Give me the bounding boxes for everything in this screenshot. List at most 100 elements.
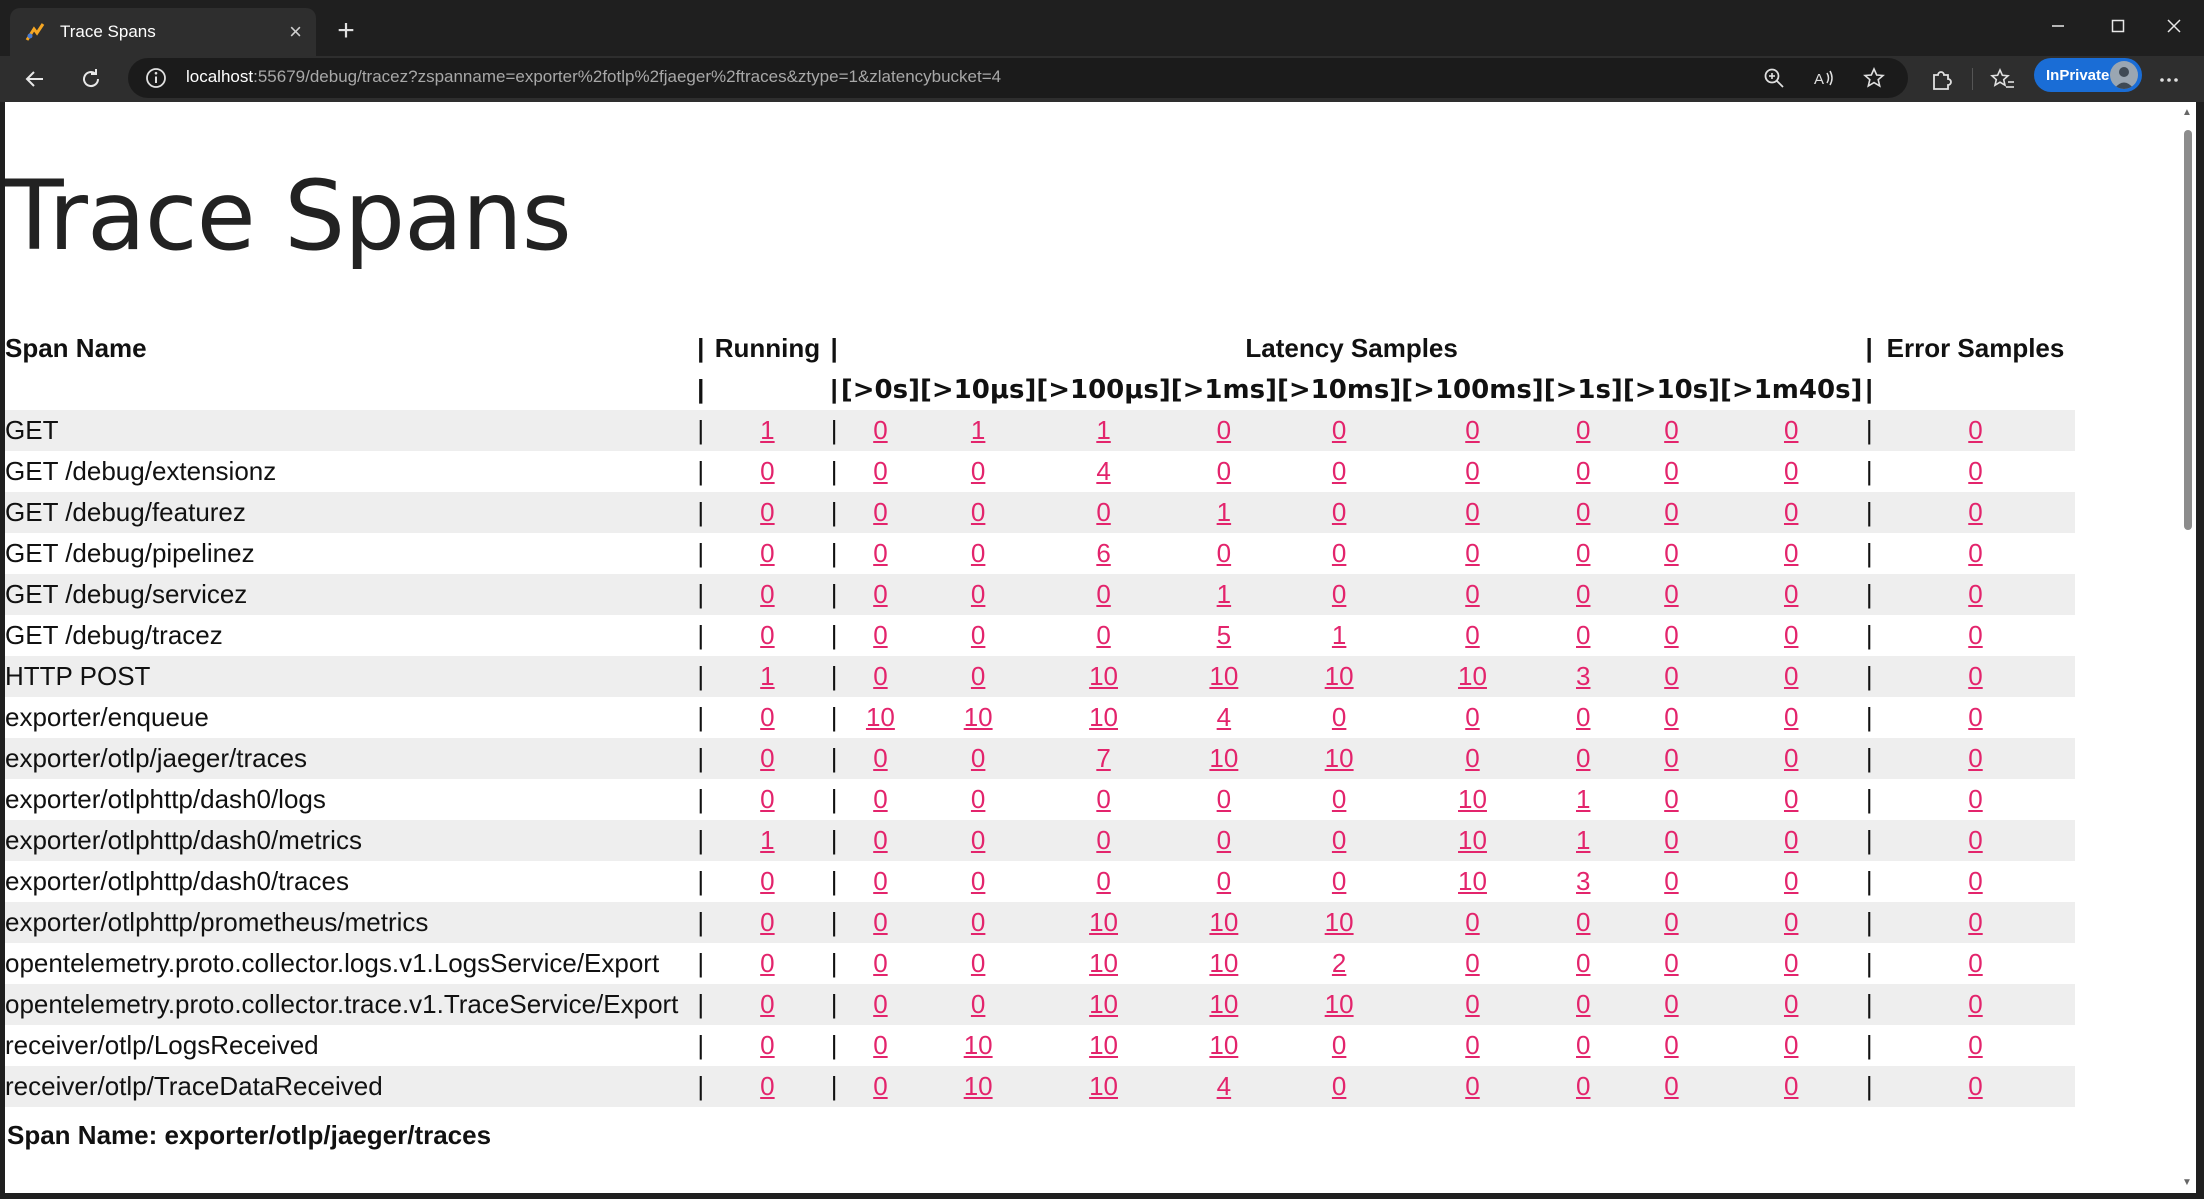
latency-count-link[interactable]: 0 [1664,497,1678,527]
latency-count-link[interactable]: 0 [1332,1071,1346,1101]
latency-count-link[interactable]: 0 [971,620,985,650]
latency-count-link[interactable]: 0 [1465,702,1479,732]
error-count-link[interactable]: 0 [1968,1030,1982,1060]
latency-count-link[interactable]: 0 [1784,661,1798,691]
latency-count-link[interactable]: 0 [1217,784,1231,814]
latency-count-link[interactable]: 0 [971,907,985,937]
latency-count-link[interactable]: 0 [1465,415,1479,445]
latency-count-link[interactable]: 0 [1784,702,1798,732]
latency-count-link[interactable]: 1 [1217,579,1231,609]
running-count-link[interactable]: 1 [760,415,774,445]
latency-count-link[interactable]: 0 [873,579,887,609]
latency-count-link[interactable]: 0 [873,415,887,445]
latency-count-link[interactable]: 0 [873,784,887,814]
running-count-link[interactable]: 0 [760,538,774,568]
latency-count-link[interactable]: 0 [1576,497,1590,527]
favorite-star-icon[interactable] [1862,66,1886,90]
latency-count-link[interactable]: 0 [1576,989,1590,1019]
error-count-link[interactable]: 0 [1968,497,1982,527]
tab-trace-spans[interactable]: Trace Spans × [10,8,316,56]
latency-count-link[interactable]: 0 [1096,825,1110,855]
latency-count-link[interactable]: 0 [1576,907,1590,937]
latency-count-link[interactable]: 10 [1325,907,1354,937]
latency-count-link[interactable]: 10 [1209,989,1238,1019]
latency-count-link[interactable]: 0 [1217,415,1231,445]
read-aloud-icon[interactable]: A [1812,66,1836,90]
latency-count-link[interactable]: 0 [1784,948,1798,978]
latency-count-link[interactable]: 0 [1465,743,1479,773]
latency-count-link[interactable]: 0 [1332,1030,1346,1060]
latency-count-link[interactable]: 0 [1664,825,1678,855]
latency-count-link[interactable]: 10 [1209,907,1238,937]
latency-count-link[interactable]: 10 [1458,825,1487,855]
latency-count-link[interactable]: 0 [1784,456,1798,486]
running-count-link[interactable]: 0 [760,866,774,896]
latency-count-link[interactable]: 10 [1458,784,1487,814]
latency-count-link[interactable]: 1 [1096,415,1110,445]
latency-count-link[interactable]: 0 [1664,456,1678,486]
error-count-link[interactable]: 0 [1968,1071,1982,1101]
error-count-link[interactable]: 0 [1968,415,1982,445]
latency-count-link[interactable]: 10 [1209,948,1238,978]
latency-count-link[interactable]: 0 [1096,579,1110,609]
running-count-link[interactable]: 0 [760,1030,774,1060]
latency-count-link[interactable]: 0 [1332,538,1346,568]
latency-count-link[interactable]: 0 [873,825,887,855]
latency-count-link[interactable]: 10 [1325,743,1354,773]
latency-count-link[interactable]: 0 [1576,948,1590,978]
latency-count-link[interactable]: 10 [1089,907,1118,937]
latency-count-link[interactable]: 7 [1096,743,1110,773]
running-count-link[interactable]: 0 [760,456,774,486]
latency-count-link[interactable]: 0 [1465,497,1479,527]
latency-count-link[interactable]: 0 [1332,456,1346,486]
error-count-link[interactable]: 0 [1968,620,1982,650]
latency-count-link[interactable]: 10 [1458,866,1487,896]
latency-count-link[interactable]: 0 [1664,538,1678,568]
latency-count-link[interactable]: 0 [1784,1071,1798,1101]
latency-count-link[interactable]: 10 [1325,661,1354,691]
latency-count-link[interactable]: 0 [1664,702,1678,732]
latency-count-link[interactable]: 1 [1576,784,1590,814]
latency-count-link[interactable]: 0 [971,743,985,773]
latency-count-link[interactable]: 0 [1465,948,1479,978]
latency-count-link[interactable]: 0 [1096,784,1110,814]
latency-count-link[interactable]: 0 [1664,415,1678,445]
latency-count-link[interactable]: 10 [1089,989,1118,1019]
latency-count-link[interactable]: 10 [964,1030,993,1060]
running-count-link[interactable]: 0 [760,702,774,732]
latency-count-link[interactable]: 0 [1664,989,1678,1019]
latency-count-link[interactable]: 0 [1664,620,1678,650]
new-tab-button[interactable]: + [328,14,364,50]
inprivate-button[interactable]: InPrivate [2034,58,2142,92]
latency-count-link[interactable]: 0 [1784,620,1798,650]
latency-count-link[interactable]: 0 [1096,866,1110,896]
latency-count-link[interactable]: 10 [1089,1030,1118,1060]
latency-count-link[interactable]: 0 [1332,784,1346,814]
latency-count-link[interactable]: 0 [1784,989,1798,1019]
error-count-link[interactable]: 0 [1968,866,1982,896]
latency-count-link[interactable]: 0 [971,661,985,691]
latency-count-link[interactable]: 10 [1209,661,1238,691]
error-count-link[interactable]: 0 [1968,989,1982,1019]
latency-count-link[interactable]: 2 [1332,948,1346,978]
address-bar[interactable]: localhost:55679/debug/tracez?zspanname=e… [128,58,1908,98]
scroll-up-arrow-icon[interactable]: ▲ [2182,108,2192,118]
latency-count-link[interactable]: 0 [1576,538,1590,568]
latency-count-link[interactable]: 0 [1784,1030,1798,1060]
latency-count-link[interactable]: 0 [1332,702,1346,732]
latency-count-link[interactable]: 0 [1664,1071,1678,1101]
latency-count-link[interactable]: 0 [1332,866,1346,896]
latency-count-link[interactable]: 10 [1209,1030,1238,1060]
error-count-link[interactable]: 0 [1968,907,1982,937]
latency-count-link[interactable]: 1 [1332,620,1346,650]
latency-count-link[interactable]: 0 [873,1071,887,1101]
latency-count-link[interactable]: 10 [964,702,993,732]
latency-count-link[interactable]: 0 [1784,907,1798,937]
latency-count-link[interactable]: 6 [1096,538,1110,568]
running-count-link[interactable]: 1 [760,825,774,855]
more-menu-button[interactable] [2156,67,2182,93]
latency-count-link[interactable]: 0 [971,538,985,568]
latency-count-link[interactable]: 5 [1217,620,1231,650]
url-text[interactable]: localhost:55679/debug/tracez?zspanname=e… [186,67,1001,87]
latency-count-link[interactable]: 0 [1217,866,1231,896]
